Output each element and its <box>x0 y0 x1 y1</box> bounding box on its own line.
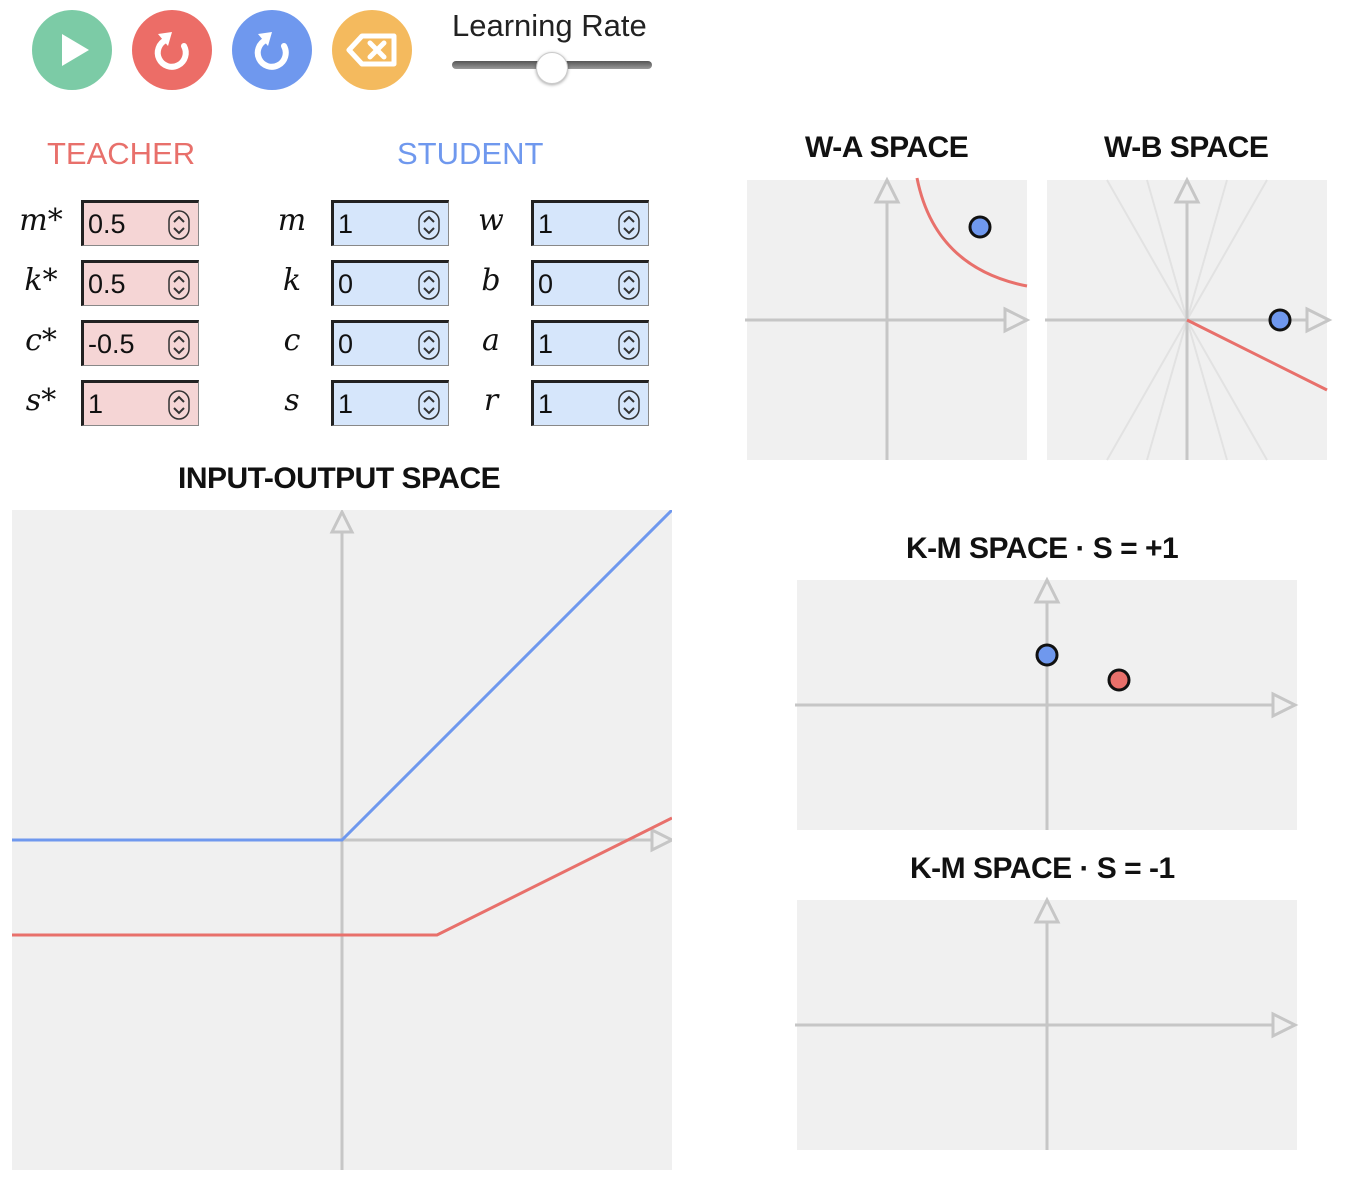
student-point[interactable] <box>1268 308 1292 332</box>
student-param-label: c <box>283 323 301 358</box>
reset-teacher-button[interactable] <box>132 10 212 90</box>
reset-icon <box>254 32 289 70</box>
student-param-label: k <box>282 263 302 298</box>
input-value: 0.5 <box>88 269 126 299</box>
km-space-neg-title: K-M SPACE · S = -1 <box>910 852 1175 885</box>
student-param-input[interactable]: 1 <box>531 320 649 366</box>
teacher-param-input[interactable]: 1 <box>81 380 199 426</box>
km-space-pos-title: K-M SPACE · S = +1 <box>906 532 1179 565</box>
wa-space-plot[interactable] <box>745 176 1031 460</box>
teacher-param-input[interactable]: 0.5 <box>81 200 199 246</box>
input-value: -0.5 <box>88 329 135 359</box>
stepper-icon[interactable] <box>168 210 190 240</box>
stepper-icon[interactable] <box>168 270 190 300</box>
teacher-point[interactable] <box>1107 668 1131 692</box>
student-title: STUDENT <box>397 136 544 171</box>
km-space-neg-plot[interactable] <box>795 896 1299 1150</box>
reset-student-button[interactable] <box>232 10 312 90</box>
teacher-param-input[interactable]: -0.5 <box>81 320 199 366</box>
learning-rate-label: Learning Rate <box>452 8 647 43</box>
student-param-input[interactable]: 1 <box>331 200 449 246</box>
student-param-label: m <box>277 203 307 238</box>
student-param-label: a <box>482 323 500 358</box>
input-value: 1 <box>538 209 554 239</box>
stepper-icon[interactable] <box>618 390 640 420</box>
student-param-input[interactable]: 0 <box>531 260 649 306</box>
student-param-input[interactable]: 1 <box>331 380 449 426</box>
student-point[interactable] <box>1035 643 1059 667</box>
student-point[interactable] <box>968 215 992 239</box>
input-value: 0 <box>338 329 354 359</box>
student-param-input[interactable]: 1 <box>531 200 649 246</box>
student-param-input[interactable]: 0 <box>331 320 449 366</box>
backspace-icon <box>346 33 397 67</box>
student-param-label: r <box>483 383 499 418</box>
input-output-plot[interactable] <box>12 510 672 1170</box>
student-param-label: w <box>478 203 504 238</box>
student-param-label: s <box>284 383 300 418</box>
input-value: 1 <box>538 329 554 359</box>
teacher-param-label: c* <box>25 323 57 358</box>
teacher-param-input[interactable]: 0.5 <box>81 260 199 306</box>
student-param-input[interactable]: 1 <box>531 380 649 426</box>
learning-rate-slider[interactable] <box>452 52 652 84</box>
input-value: 1 <box>338 209 354 239</box>
stepper-icon[interactable] <box>418 210 440 240</box>
stepper-icon[interactable] <box>418 390 440 420</box>
student-param-input[interactable]: 0 <box>331 260 449 306</box>
stepper-icon[interactable] <box>168 330 190 360</box>
wb-space-plot[interactable] <box>1045 176 1333 461</box>
input-value: 0 <box>338 269 354 299</box>
input-value: 1 <box>88 389 104 419</box>
input-output-title: INPUT-OUTPUT SPACE <box>178 462 501 495</box>
teacher-param-label: m* <box>19 203 63 238</box>
stepper-icon[interactable] <box>168 390 190 420</box>
stepper-icon[interactable] <box>418 330 440 360</box>
teacher-param-label: k* <box>24 263 58 298</box>
input-value: 1 <box>538 389 554 419</box>
teacher-param-label: s* <box>25 383 57 418</box>
reset-icon <box>154 32 189 70</box>
input-value: 0 <box>538 269 554 299</box>
clear-button[interactable] <box>332 10 412 90</box>
play-icon <box>62 34 89 66</box>
wa-space-title: W-A SPACE <box>805 131 969 164</box>
teacher-title: TEACHER <box>47 136 196 171</box>
km-space-pos-plot[interactable] <box>795 576 1299 830</box>
play-button[interactable] <box>32 10 112 90</box>
input-value: 1 <box>338 389 354 419</box>
wb-space-title: W-B SPACE <box>1104 131 1269 164</box>
stepper-icon[interactable] <box>618 210 640 240</box>
stepper-icon[interactable] <box>418 270 440 300</box>
student-param-label: b <box>481 263 501 298</box>
stepper-icon[interactable] <box>618 270 640 300</box>
input-value: 0.5 <box>88 209 126 239</box>
slider-thumb[interactable] <box>536 52 568 84</box>
stepper-icon[interactable] <box>618 330 640 360</box>
